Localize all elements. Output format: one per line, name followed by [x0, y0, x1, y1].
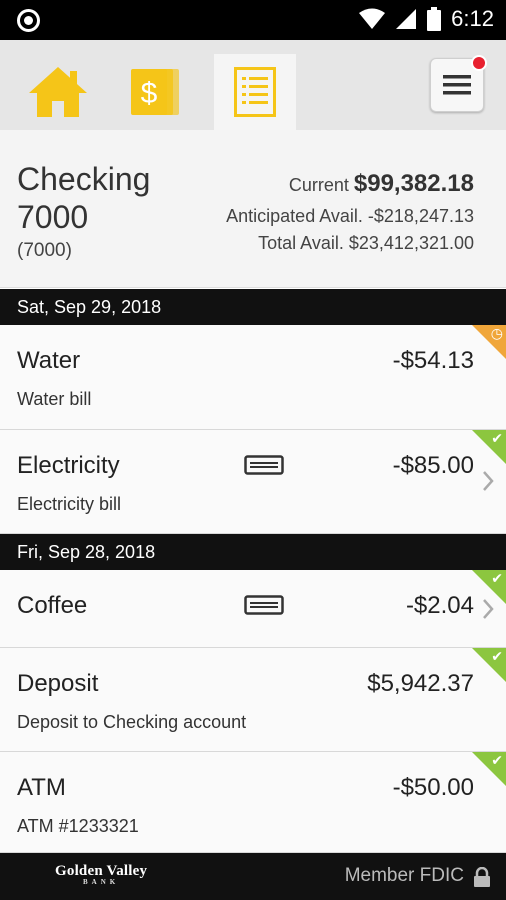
clock-icon: ◷ — [490, 325, 503, 341]
current-value: $99,382.18 — [353, 170, 474, 197]
transaction-name: ATM — [17, 774, 66, 801]
transaction-amount: -$85.00 — [392, 452, 474, 479]
hamburger-icon — [443, 75, 471, 95]
check-icon: ✔ — [491, 430, 503, 446]
card-icon — [244, 455, 284, 475]
check-icon: ✔ — [491, 752, 503, 768]
footer: Golden Valley BANK Member FDIC — [0, 853, 506, 900]
transaction-name: Deposit — [17, 670, 99, 697]
account-header: Checking 7000 (7000) Current $99,382.18 … — [0, 130, 506, 288]
transaction-description: Electricity bill — [17, 494, 122, 514]
transaction-row[interactable]: Electricity Electricity bill -$85.00 ✔ — [0, 430, 506, 534]
logo-subtext: BANK — [82, 878, 120, 886]
tab-accounts[interactable] — [214, 54, 296, 130]
account-name: Checking 7000 — [17, 161, 151, 235]
transaction-amount: -$2.04 — [405, 592, 474, 619]
wifi-icon — [359, 8, 386, 29]
transaction-row[interactable]: ATM ATM #1233321 -$50.00 ✔ — [0, 752, 506, 853]
total-balance: Total Avail. $23,412,321.00 — [258, 233, 474, 253]
date-header: Sat, Sep 29, 2018 — [0, 289, 506, 325]
battery-icon — [427, 7, 442, 31]
logo-text: Golden Valley — [55, 863, 148, 879]
transaction-row[interactable]: Deposit Deposit to Checking account $5,9… — [0, 648, 506, 752]
transaction-amount: -$54.13 — [392, 347, 474, 374]
ledger-icon — [234, 67, 276, 117]
signal-icon — [396, 9, 417, 29]
transaction-description: ATM #1233321 — [17, 816, 139, 836]
lock-icon — [474, 867, 490, 887]
svg-text:$: $ — [141, 77, 158, 110]
transaction-amount: $5,942.37 — [367, 670, 474, 697]
money-icon: $ — [131, 69, 179, 115]
status-bar: 6:12 — [0, 0, 506, 40]
menu-button[interactable] — [430, 55, 487, 112]
date-header: Fri, Sep 28, 2018 — [0, 534, 506, 570]
transaction-name: Electricity — [17, 452, 120, 479]
card-icon — [244, 595, 284, 615]
chevron-right-icon — [483, 471, 494, 491]
anticipated-balance: Anticipated Avail. -$218,247.13 — [226, 206, 474, 226]
transaction-name: Water — [17, 347, 81, 374]
current-label: Current — [288, 175, 349, 195]
current-balance: Current $99,382.18 — [289, 170, 474, 198]
member-fdic: Member FDIC — [344, 865, 464, 886]
transaction-description: Water bill — [17, 389, 92, 409]
record-icon — [17, 9, 40, 32]
transaction-row[interactable]: Water Water bill -$54.13 ◷ — [0, 325, 506, 430]
notification-dot — [471, 55, 487, 71]
tab-bar: $ — [0, 40, 506, 130]
account-number: (7000) — [17, 240, 72, 261]
check-icon: ✔ — [491, 570, 503, 586]
home-icon — [29, 67, 87, 117]
clock: 6:12 — [451, 6, 494, 31]
transaction-amount: -$50.00 — [392, 774, 474, 801]
transaction-name: Coffee — [17, 592, 88, 619]
check-icon: ✔ — [491, 648, 503, 664]
tab-home[interactable] — [17, 54, 99, 130]
bank-logo: Golden Valley BANK — [55, 863, 147, 886]
transaction-row[interactable]: Coffee -$2.04 ✔ — [0, 570, 506, 648]
transaction-description: Deposit to Checking account — [17, 712, 247, 732]
tab-transfer[interactable]: $ — [116, 54, 198, 130]
